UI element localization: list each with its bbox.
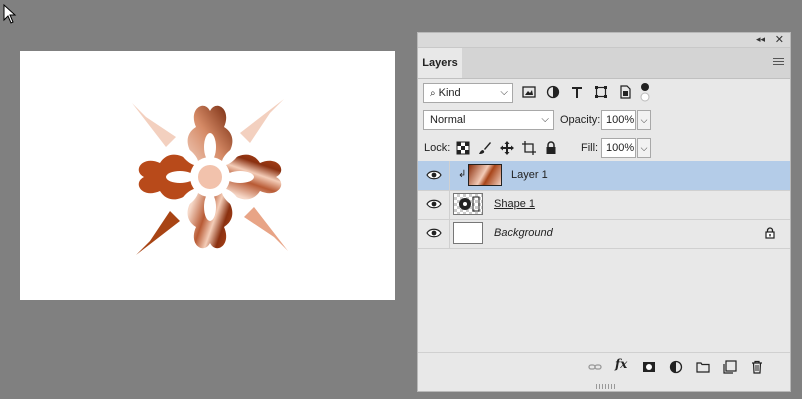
lock-icon (765, 227, 775, 239)
panel-tab-row: Layers (418, 48, 790, 79)
fill-label: Fill: (581, 142, 599, 154)
visibility-eye-icon[interactable] (426, 169, 442, 181)
layer-thumbnail (453, 222, 483, 244)
filter-kind-select[interactable]: ⌕ Kind ⌵ (423, 83, 513, 103)
tab-layers[interactable]: Layers (418, 48, 462, 78)
shape-thumbnail-icon (459, 196, 480, 212)
layer-name[interactable]: Shape 1 (494, 198, 535, 210)
lock-row: Lock: Fill: 100% ⌵ (418, 136, 790, 160)
smart-object-filter-icon[interactable] (618, 85, 632, 99)
mouse-pointer-icon (3, 4, 17, 24)
search-icon: ⌕ (430, 88, 436, 99)
new-group-folder-icon[interactable] (696, 360, 710, 374)
fill-input[interactable]: 100% (601, 138, 636, 158)
collapse-panel-icon[interactable]: ◂◂ (756, 34, 765, 45)
panel-menu-icon[interactable] (773, 58, 784, 67)
blend-row: Normal ⌵ Opacity: 100% ⌵ (418, 109, 790, 133)
close-panel-icon[interactable]: ✕ (775, 33, 784, 46)
layer-row-layer-1[interactable]: ↲ Layer 1 (418, 161, 790, 191)
row-divider (449, 161, 450, 190)
visibility-eye-icon[interactable] (426, 198, 442, 210)
filter-toggle-icon[interactable] (640, 82, 650, 102)
visibility-eye-icon[interactable] (426, 227, 442, 239)
prevent-auto-nesting-icon[interactable] (522, 141, 536, 155)
lock-position-icon[interactable] (500, 141, 514, 155)
new-layer-icon[interactable] (723, 360, 737, 374)
adjustment-layer-filter-icon[interactable] (546, 85, 560, 99)
pixel-layer-filter-icon[interactable] (522, 85, 536, 99)
add-mask-icon[interactable] (642, 360, 656, 374)
shape-layer-filter-icon[interactable] (594, 85, 608, 99)
adjustment-layer-icon[interactable] (669, 360, 683, 374)
link-layers-icon[interactable] (588, 360, 602, 374)
lock-transparent-pixels-icon[interactable] (456, 141, 470, 155)
copper-flower-artwork (132, 99, 288, 255)
layers-panel: ◂◂ ✕ Layers ⌕ Kind ⌵ Normal ⌵ Opacity: 1… (417, 32, 791, 392)
lock-all-icon[interactable] (544, 141, 558, 155)
opacity-input[interactable]: 100% (601, 110, 636, 130)
layer-name[interactable]: Background (494, 227, 553, 239)
panel-title-bar: ◂◂ ✕ (418, 33, 790, 48)
chevron-down-icon: ⌵ (541, 114, 549, 125)
panel-resize-grip[interactable] (596, 384, 616, 389)
blend-mode-value: Normal (430, 114, 466, 126)
opacity-dropdown-button[interactable]: ⌵ (637, 110, 651, 130)
chevron-down-icon: ⌵ (500, 87, 508, 98)
lock-image-pixels-icon[interactable] (478, 141, 492, 155)
layer-style-fx-icon[interactable]: fx (615, 357, 629, 371)
opacity-label: Opacity: (560, 114, 601, 126)
document-canvas[interactable] (20, 51, 395, 300)
layer-row-background[interactable]: Background (418, 219, 790, 249)
layer-thumbnail (468, 164, 502, 186)
panel-footer: fx (418, 352, 790, 381)
filter-row: ⌕ Kind ⌵ (418, 81, 790, 107)
layer-row-shape-1[interactable]: Shape 1 (418, 190, 790, 220)
row-divider (449, 219, 450, 248)
filter-kind-label: Kind (438, 87, 461, 99)
blend-mode-select[interactable]: Normal ⌵ (423, 110, 554, 130)
layer-name[interactable]: Layer 1 (511, 169, 548, 181)
lock-label: Lock: (424, 142, 451, 154)
type-layer-filter-icon[interactable] (570, 85, 584, 99)
delete-layer-trash-icon[interactable] (750, 360, 764, 374)
fill-dropdown-button[interactable]: ⌵ (637, 138, 651, 158)
row-divider (449, 190, 450, 219)
layer-thumbnail (453, 193, 483, 215)
clipping-mask-arrow-icon: ↲ (458, 169, 467, 180)
